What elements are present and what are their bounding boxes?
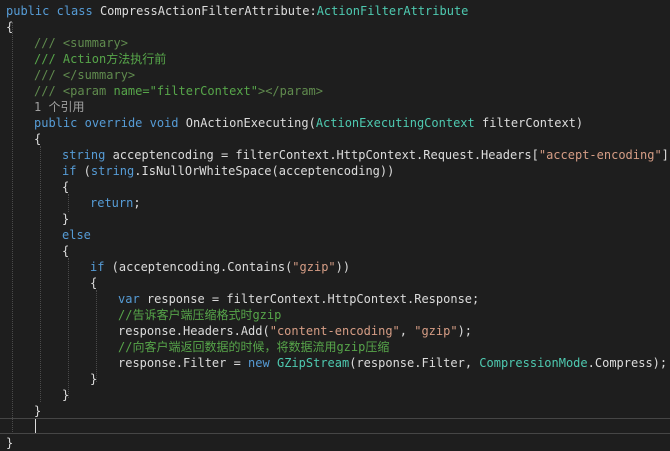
- code-token: );: [457, 324, 473, 338]
- code-line[interactable]: response.Headers.Add("content-encoding",…: [118, 323, 472, 339]
- code-line[interactable]: public override void OnActionExecuting(A…: [34, 115, 583, 131]
- code-token: {: [90, 276, 98, 290]
- code-token: ;: [133, 196, 141, 210]
- code-token: (response.Filter,: [349, 356, 480, 370]
- code-token: response = filterContext.HttpContext.Res…: [139, 292, 480, 306]
- code-token: name="filterContext": [113, 84, 258, 98]
- code-token: void: [149, 116, 179, 130]
- indent-guide-else: [68, 258, 69, 398]
- code-token: "gzip": [292, 260, 336, 274]
- code-token: {: [34, 132, 42, 146]
- code-line[interactable]: }: [6, 435, 13, 451]
- code-line[interactable]: /// Action方法执行前: [34, 51, 166, 67]
- code-line[interactable]: {: [6, 19, 13, 35]
- code-token: CompressionMode: [479, 356, 588, 370]
- code-token: public: [6, 4, 50, 18]
- code-line[interactable]: 1 个引用: [34, 99, 84, 115]
- code-token: response.Filter =: [118, 356, 249, 370]
- indent-guide-method: [40, 146, 41, 402]
- code-line[interactable]: {: [62, 179, 69, 195]
- indent-guide-class: [12, 22, 13, 434]
- code-token: "content-encoding": [269, 324, 400, 338]
- code-token: //告诉客户端压缩格式时gzip: [118, 308, 282, 322]
- code-token: ActionFilterAttribute: [316, 4, 469, 18]
- code-line[interactable]: string acceptencoding = filterContext.Ht…: [62, 147, 670, 163]
- code-line[interactable]: /// <summary>: [34, 35, 128, 51]
- code-line[interactable]: }: [34, 403, 41, 419]
- code-token: .Compress);: [587, 356, 668, 370]
- code-token: string: [90, 164, 135, 178]
- code-line[interactable]: }: [62, 387, 69, 403]
- code-line[interactable]: else: [62, 227, 91, 243]
- code-token: ];: [661, 148, 670, 162]
- code-line[interactable]: {: [62, 243, 69, 259]
- code-token: ActionExecutingContext: [315, 116, 475, 130]
- code-token: new: [248, 356, 270, 370]
- code-line[interactable]: /// <param name="filterContext"></param>: [34, 83, 323, 99]
- code-token: }: [6, 436, 14, 450]
- current-line-highlight: [0, 418, 670, 434]
- code-token: string: [62, 148, 106, 162]
- code-token: filterContext): [474, 116, 584, 130]
- code-line[interactable]: {: [90, 275, 97, 291]
- code-token: /// <summary>: [34, 36, 128, 50]
- code-token: (: [76, 164, 91, 178]
- code-line[interactable]: }: [90, 371, 97, 387]
- code-line[interactable]: if (acceptencoding.Contains("gzip")): [90, 259, 350, 275]
- code-token: public: [34, 116, 78, 130]
- code-line[interactable]: //告诉客户端压缩格式时gzip: [118, 307, 281, 323]
- code-line[interactable]: //向客户端返回数据的时候，将数据流用gzip压缩: [118, 339, 389, 355]
- code-token: (acceptencoding.Contains(: [104, 260, 293, 274]
- code-token: }: [34, 404, 42, 418]
- code-token: OnActionExecuting(: [178, 116, 316, 130]
- code-token: var: [118, 292, 140, 306]
- code-token: {: [62, 180, 70, 194]
- code-line[interactable]: {: [34, 131, 41, 147]
- code-editor[interactable]: public class CompressActionFilterAttribu…: [0, 0, 670, 450]
- code-token: "gzip": [414, 324, 458, 338]
- code-token: .IsNullOrWhiteSpace(acceptencoding)): [134, 164, 395, 178]
- code-token: else: [62, 228, 91, 242]
- code-token: }: [62, 388, 70, 402]
- code-token: /// Action方法执行前: [34, 52, 167, 66]
- code-token: {: [62, 244, 70, 258]
- code-token: if: [62, 164, 77, 178]
- code-token: response.Headers.Add(: [118, 324, 270, 338]
- code-token: }: [90, 372, 98, 386]
- code-token: ></param>: [257, 84, 324, 98]
- indent-guide-if: [68, 194, 69, 212]
- code-token: {: [6, 20, 14, 34]
- code-token: /// <param: [34, 84, 114, 98]
- code-token: override: [84, 116, 143, 130]
- code-token: }: [62, 212, 70, 226]
- code-token: acceptencoding = filterContext.HttpConte…: [105, 148, 539, 162]
- indent-guide-inner-if: [96, 290, 97, 382]
- code-token: ,: [399, 324, 415, 338]
- code-token: class: [56, 4, 93, 18]
- code-token: 1 个引用: [34, 100, 85, 114]
- code-line[interactable]: }: [62, 211, 69, 227]
- code-line[interactable]: return;: [90, 195, 141, 211]
- code-line[interactable]: public class CompressActionFilterAttribu…: [6, 3, 468, 19]
- code-token: "accept-encoding": [538, 148, 662, 162]
- code-token: //向客户端返回数据的时候，将数据流用gzip压缩: [118, 340, 390, 354]
- code-token: return: [90, 196, 134, 210]
- code-token: CompressActionFilterAttribute:: [92, 4, 317, 18]
- code-line[interactable]: if (string.IsNullOrWhiteSpace(acceptenco…: [62, 163, 394, 179]
- code-token: GZipStream: [276, 356, 350, 370]
- code-line[interactable]: /// </summary>: [34, 67, 135, 83]
- code-token: if: [90, 260, 105, 274]
- code-line[interactable]: var response = filterContext.HttpContext…: [118, 291, 479, 307]
- text-caret: [35, 419, 36, 433]
- code-line[interactable]: response.Filter = new GZipStream(respons…: [118, 355, 667, 371]
- code-token: /// </summary>: [34, 68, 136, 82]
- code-token: )): [335, 260, 351, 274]
